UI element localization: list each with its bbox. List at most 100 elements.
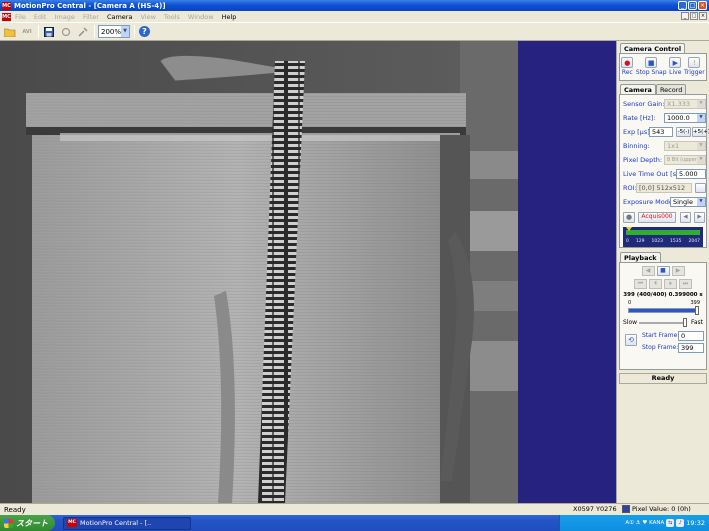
first-frame-icon[interactable]: ⏮: [634, 279, 647, 289]
chevron-down-icon[interactable]: ▼: [697, 100, 705, 108]
stop-frame-input[interactable]: 399: [678, 343, 704, 353]
pixel-value-readout: Pixel Value: 0 (0h): [622, 505, 691, 513]
live-icon[interactable]: ▶: [669, 57, 682, 68]
frame-readout: 399 (400/400) 0.399000 s: [620, 292, 706, 298]
title-bar[interactable]: MC MotionPro Central - [Camera A (HS-4)]…: [0, 0, 709, 11]
tab-playback[interactable]: Playback: [620, 252, 661, 262]
binning-select[interactable]: 1x1 ▼: [664, 141, 706, 151]
stop-icon[interactable]: ■: [645, 57, 658, 68]
start-frame-input[interactable]: 0: [678, 331, 704, 341]
clock: 19:32: [686, 519, 705, 527]
rate-select[interactable]: 1000.0 ▼: [664, 113, 706, 123]
menu-filter[interactable]: Filter: [79, 13, 103, 21]
start-label: スタート: [16, 518, 48, 528]
live-timeout-input[interactable]: 5.000: [676, 169, 706, 179]
open-folder-icon[interactable]: [3, 25, 17, 39]
tab-record[interactable]: Record: [655, 84, 687, 94]
loop-icon[interactable]: ⟲: [625, 334, 637, 346]
acquire-record-icon[interactable]: ●: [623, 211, 635, 223]
exposure-mode-value: Single: [673, 198, 693, 206]
cursor-coordinates: X0597 Y0276: [573, 505, 617, 513]
exposure-row: Exp [µs]: 543 -5(-) +5(+): [620, 125, 709, 139]
exposure-mode-select[interactable]: Single ▼: [670, 197, 706, 207]
menu-tools[interactable]: Tools: [160, 13, 184, 21]
prev-acquire-icon[interactable]: ◀: [680, 211, 691, 223]
sensor-gain-select[interactable]: X1.333 ▼: [664, 99, 706, 109]
pixel-color-swatch: [622, 505, 630, 513]
chevron-down-icon[interactable]: ▼: [697, 156, 705, 164]
next-frame-icon[interactable]: ⏵: [664, 279, 677, 289]
maximize-button[interactable]: □: [688, 1, 697, 10]
chevron-down-icon[interactable]: ▼: [697, 114, 705, 122]
volume-icon[interactable]: ♪: [676, 519, 685, 527]
network-icon[interactable]: ⇆: [666, 519, 675, 527]
start-button[interactable]: スタート: [0, 515, 55, 531]
binning-label: Binning:: [623, 142, 650, 150]
playback-box: ◀ ■ ▶ ⏮ ⏴ ⏵ ⏭ 399 (400/400) 0.399000 s 0…: [619, 262, 707, 370]
stop-playback-icon[interactable]: ■: [656, 266, 670, 276]
last-frame-icon[interactable]: ⏭: [679, 279, 692, 289]
play-reverse-icon[interactable]: ◀: [641, 266, 655, 276]
trigger-control[interactable]: ! Trigger: [684, 57, 705, 76]
speed-thumb[interactable]: [683, 318, 687, 327]
zoom-value: 200%: [101, 27, 122, 36]
menu-view[interactable]: View: [136, 13, 159, 21]
image-viewer[interactable]: [0, 41, 616, 503]
memory-bar[interactable]: 0 129 1023 1535 2047: [623, 227, 703, 247]
mdi-restore-button[interactable]: □: [690, 12, 698, 20]
menu-file[interactable]: File: [11, 13, 30, 21]
menu-edit[interactable]: Edit: [30, 13, 51, 21]
save-avi-icon[interactable]: AVI: [20, 25, 34, 39]
rec-control[interactable]: ● Rec: [621, 57, 634, 76]
chevron-down-icon[interactable]: ▼: [121, 26, 129, 37]
exposure-mode-row: Exposure Mode: Single ▼: [620, 195, 706, 209]
stop-snap-label: Stop Snap: [635, 69, 667, 76]
exposure-input[interactable]: 543: [649, 127, 673, 137]
app-window: MC MotionPro Central - [Camera A (HS-4)]…: [0, 0, 709, 531]
mdi-minimize-button[interactable]: _: [681, 12, 689, 20]
tab-camera[interactable]: Camera: [620, 84, 656, 94]
stop-snap-control[interactable]: ■ Stop Snap: [636, 57, 667, 76]
memory-tick: 1535: [670, 239, 682, 244]
refresh-icon[interactable]: [59, 25, 73, 39]
menu-help[interactable]: Help: [218, 13, 241, 21]
frame-slider[interactable]: 0 399: [624, 300, 702, 316]
camera-control-panel: Camera Control ● Rec ■ Stop Snap ▶ Live …: [616, 41, 709, 503]
roi-row: ROI: [0,0] 512x512: [620, 181, 706, 195]
pixel-depth-select[interactable]: 8 Bit (upper) ▼: [664, 155, 706, 165]
memory-ticks: 0 129 1023 1535 2047: [626, 239, 700, 244]
record-icon[interactable]: ●: [621, 57, 634, 68]
speed-slider[interactable]: Slow Fast: [623, 318, 703, 328]
roi-browse-button[interactable]: [695, 183, 706, 193]
slider-thumb[interactable]: [695, 306, 699, 315]
trigger-icon[interactable]: !: [688, 57, 701, 68]
chevron-down-icon[interactable]: ▼: [697, 198, 705, 206]
zoom-select[interactable]: 200% ▼: [98, 25, 130, 38]
close-button[interactable]: ×: [698, 1, 707, 10]
settings-icon[interactable]: [76, 25, 90, 39]
chevron-down-icon[interactable]: ▼: [697, 142, 705, 150]
help-icon[interactable]: ?: [139, 26, 150, 37]
menu-window[interactable]: Window: [184, 13, 218, 21]
ime-indicator[interactable]: A① ⚓ ♥ KANA: [625, 520, 664, 526]
minimize-button[interactable]: _: [678, 1, 687, 10]
live-control[interactable]: ▶ Live: [669, 57, 681, 76]
taskbar: スタート MC MotionPro Central - [.. A① ⚓ ♥ K…: [0, 515, 709, 531]
next-acquire-icon[interactable]: ▶: [694, 211, 705, 223]
mdi-close-button[interactable]: ×: [699, 12, 707, 20]
taskbar-item-motionpro[interactable]: MC MotionPro Central - [..: [63, 516, 191, 530]
tab-camera-control[interactable]: Camera Control: [620, 43, 686, 53]
prev-frame-icon[interactable]: ⏴: [649, 279, 662, 289]
exposure-minus-button[interactable]: -5(-): [676, 127, 691, 137]
document-icon[interactable]: MC: [2, 12, 11, 21]
save-icon[interactable]: [42, 25, 56, 39]
camera-control-tabs: Camera Control: [620, 43, 709, 53]
camera-frame-graphic: [0, 41, 518, 503]
exposure-plus-button[interactable]: +5(+): [692, 127, 709, 137]
system-tray: A① ⚓ ♥ KANA ⇆ ♪ 19:32: [559, 515, 709, 531]
play-forward-icon[interactable]: ▶: [671, 266, 685, 276]
acquire-name-button[interactable]: Acquis000: [638, 211, 676, 223]
menu-camera[interactable]: Camera: [103, 13, 137, 21]
menu-image[interactable]: Image: [50, 13, 78, 21]
camera-image[interactable]: [0, 41, 518, 503]
